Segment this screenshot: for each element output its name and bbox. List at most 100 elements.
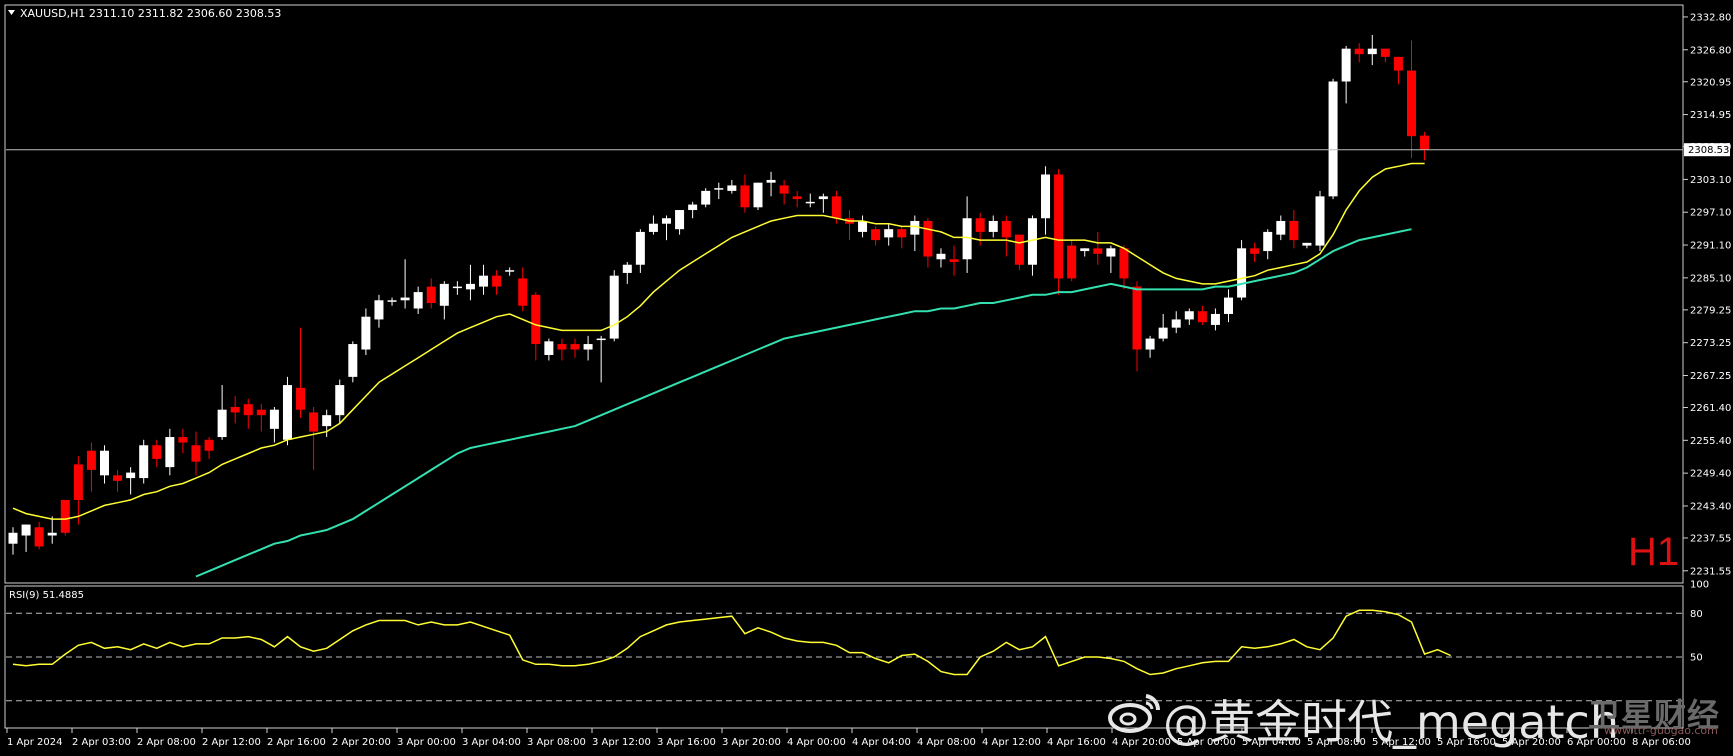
candle <box>818 193 828 213</box>
candle <box>1184 308 1194 325</box>
candle <box>426 278 436 309</box>
time-tick-label: 4 Apr 16:00 <box>1047 737 1106 748</box>
candle-body <box>126 472 136 479</box>
candle <box>1093 231 1103 265</box>
time-tick-label: 2 Apr 03:00 <box>72 737 131 748</box>
candle <box>988 215 998 238</box>
price-tick-label: 2243.40 <box>1690 501 1731 512</box>
candle-body <box>1393 56 1403 71</box>
candle <box>792 190 802 208</box>
candle-body <box>949 259 959 262</box>
candle <box>570 338 580 358</box>
candle <box>884 223 894 246</box>
price-tick-label: 2303.10 <box>1690 175 1731 186</box>
time-tick-label: 3 Apr 16:00 <box>657 737 716 748</box>
candle <box>779 179 789 205</box>
candle <box>675 210 685 235</box>
candle-body <box>374 300 384 320</box>
candle-body <box>152 445 162 459</box>
candle-body <box>322 415 332 427</box>
candle <box>648 215 658 235</box>
price-tick-label: 2314.95 <box>1690 110 1731 121</box>
candle <box>505 267 515 276</box>
candle-body <box>766 179 776 183</box>
candle <box>688 201 698 219</box>
candle-body <box>99 450 109 476</box>
candle-body <box>740 185 750 208</box>
time-tick-label: 2 Apr 16:00 <box>267 737 326 748</box>
candle-body <box>1367 48 1377 55</box>
candle-body <box>34 527 44 547</box>
candle <box>714 182 724 200</box>
candle-body <box>635 231 645 265</box>
candle-body <box>165 437 175 468</box>
candle-body <box>465 283 475 290</box>
candle-body <box>884 229 894 238</box>
candle-body <box>570 344 580 350</box>
candle-body <box>596 338 606 341</box>
candle <box>204 437 214 459</box>
rsi-tick-label: 100 <box>1690 580 1709 591</box>
candle <box>557 338 567 361</box>
candle <box>1289 210 1299 249</box>
candle-body <box>73 464 83 500</box>
timeframe-label: H1 <box>1628 530 1679 574</box>
candle-body <box>269 409 279 429</box>
time-tick-label: 2 Apr 12:00 <box>202 737 261 748</box>
candle-body <box>191 445 201 462</box>
main-panel-border <box>4 4 1684 584</box>
candle <box>910 215 920 252</box>
time-tick-label: 3 Apr 08:00 <box>527 737 586 748</box>
candle-body <box>1341 48 1351 82</box>
candle <box>86 442 96 492</box>
candle-body <box>518 278 528 306</box>
candle-body <box>583 344 593 350</box>
candle <box>1067 240 1077 282</box>
collapse-triangle-icon[interactable] <box>8 10 15 15</box>
candle-body <box>8 532 18 544</box>
candle <box>949 245 959 276</box>
candle-body <box>1119 248 1129 279</box>
candle-body <box>1315 196 1325 246</box>
candle <box>596 335 606 383</box>
candle <box>21 524 31 552</box>
candle-body <box>975 218 985 232</box>
candle-body <box>779 185 789 194</box>
candle <box>635 229 645 273</box>
candle <box>518 267 528 312</box>
time-tick-label: 3 Apr 04:00 <box>462 737 521 748</box>
symbol-header: XAUUSD,H1 2311.10 2311.82 2306.60 2308.5… <box>20 7 281 20</box>
candle-body <box>204 439 214 451</box>
candle-body <box>335 385 345 416</box>
price-chart[interactable]: 2332.802326.802320.952314.952309.102303.… <box>0 0 1733 756</box>
rsi-tick-label: 80 <box>1690 609 1703 620</box>
secondary-watermark-url: www.ttr-guogao.com <box>1604 724 1718 737</box>
candle <box>34 521 44 550</box>
candle-body <box>1380 48 1390 57</box>
candle-body <box>230 406 240 413</box>
candle-body <box>452 286 462 289</box>
candle-body <box>243 404 253 416</box>
candle <box>805 193 815 208</box>
candle <box>962 196 972 273</box>
candle <box>1210 308 1220 331</box>
candle-body <box>86 450 96 470</box>
time-tick-label: 3 Apr 12:00 <box>592 737 651 748</box>
candle <box>361 308 371 355</box>
candle-body <box>1054 174 1064 279</box>
candle-body <box>1276 220 1286 235</box>
candle <box>701 188 711 208</box>
candle <box>1158 313 1168 342</box>
price-axis: 2332.802326.802320.952314.952309.102303.… <box>1683 12 1731 577</box>
candle-body <box>831 196 841 219</box>
candle-body <box>479 275 489 287</box>
price-tick-label: 2297.10 <box>1690 208 1731 219</box>
candle <box>1119 245 1129 290</box>
weibo-logo-icon <box>1108 694 1160 733</box>
candle-body <box>282 385 292 440</box>
candle <box>753 182 763 211</box>
time-tick-label: 3 Apr 00:00 <box>397 737 456 748</box>
candle <box>1041 166 1051 235</box>
time-tick-label: 4 Apr 12:00 <box>982 737 1041 748</box>
candle <box>191 431 201 476</box>
